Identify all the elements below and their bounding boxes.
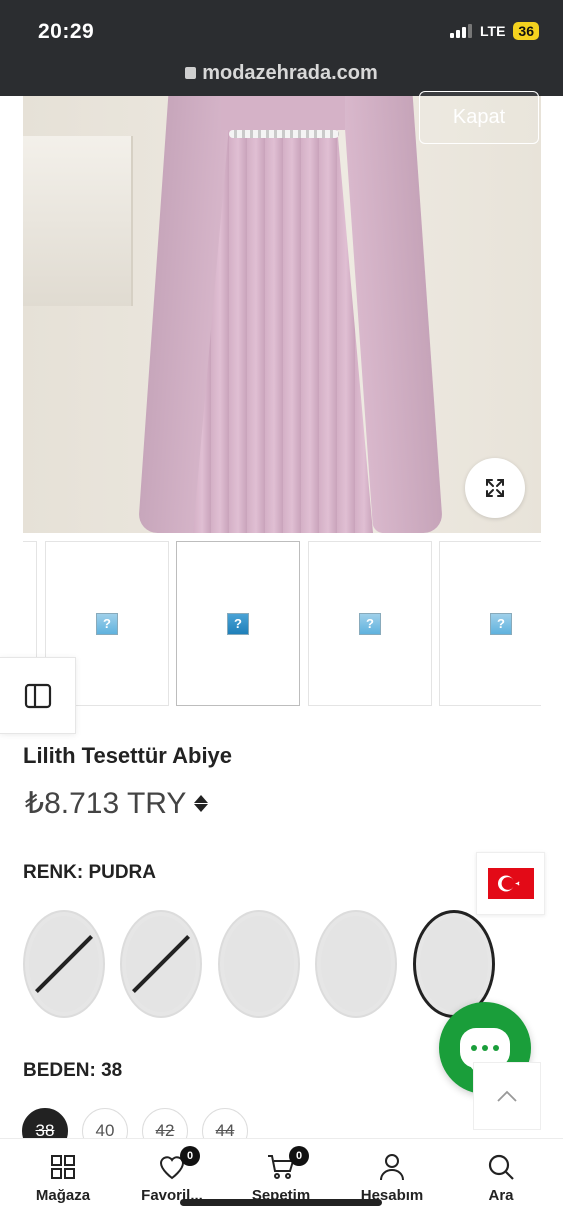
product-title: Lilith Tesettür Abiye	[23, 743, 233, 768]
thumbnail[interactable]: ?	[308, 541, 432, 706]
turkey-flag-icon	[487, 868, 534, 899]
color-label: RENK: PUDRA	[23, 862, 156, 883]
nav-item-favorites[interactable]: 0 Favoril...	[122, 1146, 222, 1204]
heart-icon: 0	[122, 1146, 222, 1183]
sidebar-icon	[24, 683, 51, 708]
network-indicator: LTE	[480, 23, 506, 39]
nav-item-search[interactable]: Ara	[451, 1151, 551, 1204]
lock-icon	[185, 67, 197, 79]
size-label: BEDEN: 38	[23, 1060, 123, 1081]
status-bar: 20:29 LTE 36 modazehrada.com	[0, 0, 563, 96]
url-text: modazehrada.com	[202, 62, 378, 84]
broken-image-icon: ?	[359, 612, 381, 635]
expand-icon[interactable]	[465, 458, 525, 518]
nav-item-store[interactable]: Mağaza	[13, 1151, 113, 1204]
user-icon	[342, 1151, 442, 1183]
battery-icon: 36	[513, 22, 539, 40]
cart-icon: 0	[231, 1146, 331, 1183]
color-swatch-unavailable[interactable]	[120, 910, 202, 1018]
status-icons: LTE 36	[450, 22, 539, 40]
nav-item-account[interactable]: Hesabım	[342, 1151, 442, 1204]
broken-image-icon: ?	[227, 612, 249, 635]
cart-badge: 0	[289, 1146, 309, 1166]
color-swatch[interactable]	[218, 910, 300, 1018]
currency-select-icon[interactable]	[194, 795, 209, 812]
dress-image	[137, 96, 444, 533]
language-selector[interactable]	[476, 852, 545, 915]
status-time: 20:29	[38, 20, 95, 43]
nav-item-cart[interactable]: 0 Sepetim	[231, 1146, 331, 1204]
price-row: ₺8.713 TRY	[25, 786, 209, 821]
home-indicator	[180, 1199, 382, 1206]
search-icon	[451, 1151, 551, 1183]
broken-image-icon: ?	[96, 612, 118, 635]
color-swatch-unavailable[interactable]	[23, 910, 105, 1018]
scroll-to-top-button[interactable]	[473, 1062, 541, 1130]
signal-icon	[450, 24, 473, 38]
thumbnail-strip[interactable]: ? ? ? ? ?	[23, 540, 541, 708]
close-gallery-button[interactable]: Kapat	[419, 91, 539, 144]
bottom-navigation: Mağaza 0 Favoril... 0 Sepetim Hesabım Ar…	[0, 1138, 563, 1219]
color-swatch[interactable]	[315, 910, 397, 1018]
chevron-up-icon	[497, 1090, 517, 1102]
favorites-badge: 0	[180, 1146, 200, 1166]
product-price: ₺8.713 TRY	[25, 787, 187, 820]
address-bar[interactable]: modazehrada.com	[0, 62, 563, 85]
broken-image-icon: ?	[490, 612, 512, 635]
grid-icon	[13, 1151, 113, 1183]
thumbnail-selected[interactable]: ?	[176, 541, 300, 706]
thumbnail[interactable]: ?	[439, 541, 541, 706]
product-hero-image[interactable]	[23, 96, 541, 533]
sidebar-toggle-button[interactable]	[0, 657, 76, 734]
